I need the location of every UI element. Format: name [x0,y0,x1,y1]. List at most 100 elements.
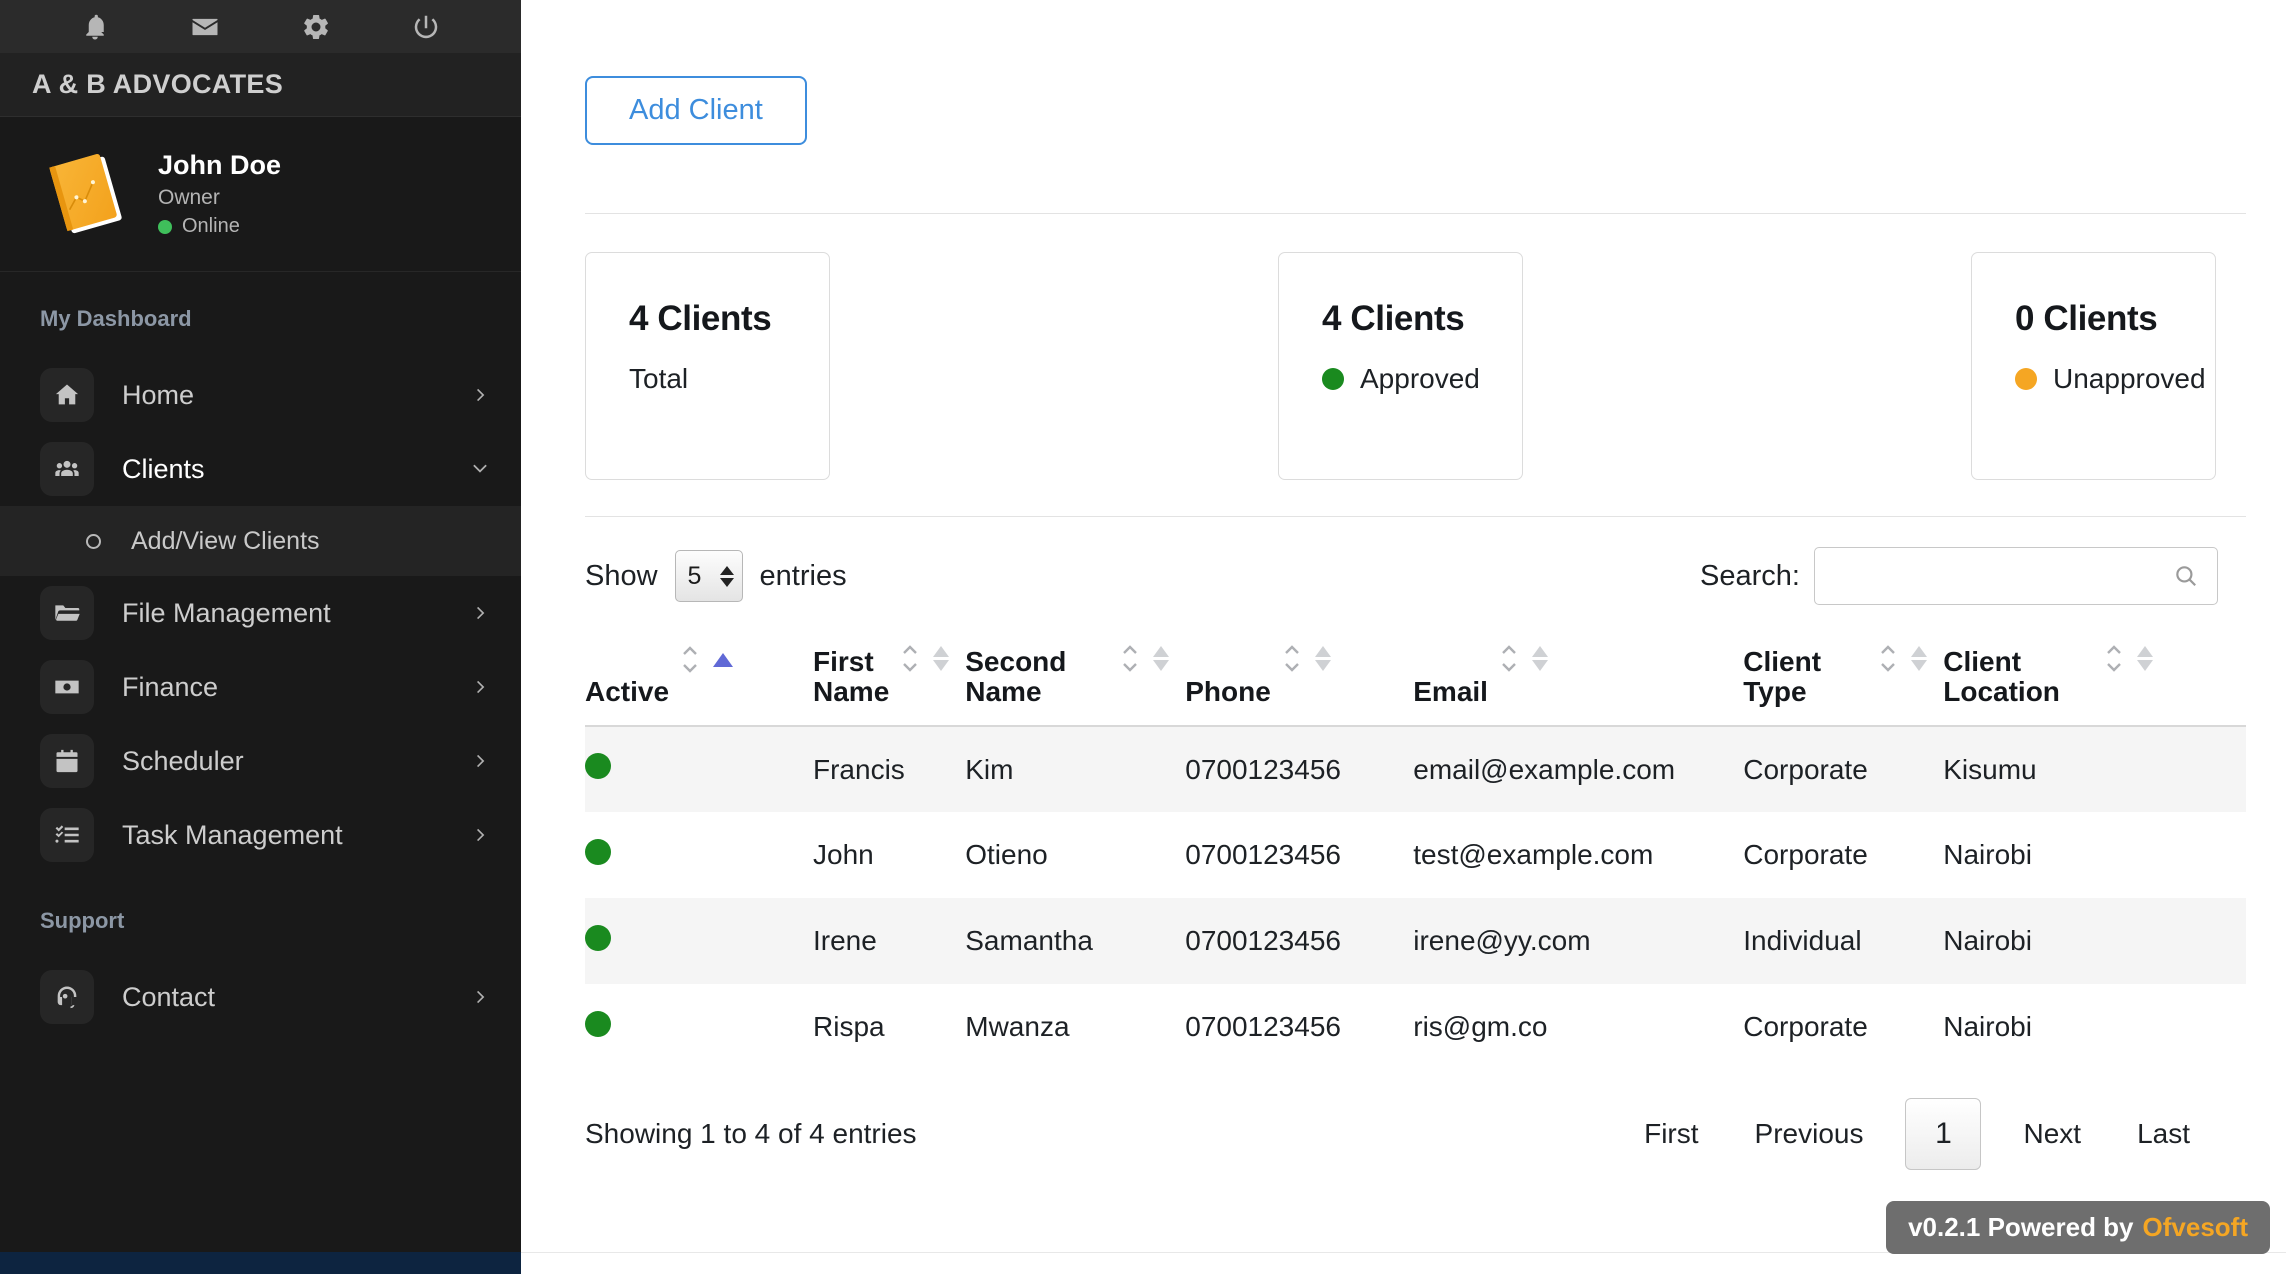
stat-card-total-label: Total [629,363,689,394]
cell-email: irene@yy.com [1413,925,1591,956]
chevron-right-icon [471,987,491,1007]
active-status-dot [585,924,611,951]
showing-entries-info: Showing 1 to 4 of 4 entries [585,1118,917,1149]
sidebar-item-contact[interactable]: Contact [0,960,521,1034]
approved-status-dot [1322,368,1344,390]
sidebar-item-file-management[interactable]: File Management [0,576,521,650]
stat-card-approved: 4 Clients Approved [1278,252,1523,480]
cell-phone: 0700123456 [1185,1011,1341,1042]
page-length-control: Show 5 entries [585,550,847,602]
cell-second-name: Samantha [965,925,1093,956]
cell-second-name: Otieno [965,839,1048,870]
chevron-right-icon [471,603,491,623]
table-row[interactable]: Rispa Mwanza 0700123456 ris@gm.co Corporate N… [585,984,2246,1070]
sidebar-subitem-add-view-clients[interactable]: Add/View Clients [0,506,521,576]
add-client-button[interactable]: Add Client [585,76,807,145]
cell-client-type: Individual [1743,925,1862,956]
chevron-right-icon [471,751,491,771]
cell-client-location: Kisumu [1943,753,2037,785]
page-length-select[interactable]: 5 [674,550,743,602]
notifications-bell-icon[interactable] [78,10,112,44]
cell-second-name: Mwanza [965,1011,1070,1042]
sidebar-item-finance[interactable]: Finance [0,650,521,724]
pagination-page-1[interactable]: 1 [1905,1098,1982,1170]
column-header-first-name[interactable]: First Name [813,643,966,727]
cell-email: email@example.com [1413,753,1676,785]
chevron-updown-icon [901,644,919,672]
sort-control-second-name[interactable] [1121,643,1170,707]
sidebar-item-home[interactable]: Home [0,358,521,432]
sort-none-icon [1314,643,1331,673]
main-inner: Add Client 4 Clients Total 4 Clients App… [521,0,2286,1170]
checklist-icon [40,808,94,862]
cell-email: test@example.com [1413,839,1654,870]
stat-card-unapproved-label-wrap: Unapproved [2015,363,2215,395]
pagination-first[interactable]: First [1616,1118,1726,1150]
nav-section-my-dashboard: My Dashboard [40,306,192,331]
search-input[interactable] [1814,547,2218,605]
cell-client-type: Corporate [1743,839,1868,870]
sort-none-icon [2137,643,2154,673]
sidebar-item-clients[interactable]: Clients [0,432,521,506]
cell-client-type: Corporate [1743,753,1868,785]
column-header-email[interactable]: Email [1413,643,1744,727]
sort-control-client-location[interactable] [2105,643,2154,707]
messages-envelope-icon[interactable] [188,10,222,44]
table-top-divider [585,516,2246,517]
stat-card-approved-label: Approved [1360,363,1480,394]
cell-first-name: Irene [813,925,877,956]
chevron-updown-icon [1879,644,1897,672]
profile-role: Owner [158,186,220,209]
pagination-last[interactable]: Last [2109,1118,2218,1150]
settings-gear-icon[interactable] [299,10,333,44]
version-brand: Ofvesoft [2142,1212,2248,1242]
users-icon [40,442,94,496]
sort-control-first-name[interactable] [901,643,950,707]
table-row[interactable]: John Otieno 0700123456 test@example.com Corp… [585,812,2246,898]
power-logout-icon[interactable] [409,10,443,44]
chevron-updown-icon [1283,644,1301,672]
sidebar-item-label-contact: Contact [122,981,216,1012]
clients-table-head: Active First Name Second Name Phone Emai… [585,643,2246,727]
pagination-next[interactable]: Next [1995,1118,2109,1150]
cell-client-location: Nairobi [1943,925,2032,956]
sort-control-client-type[interactable] [1879,643,1928,707]
sidebar-item-label-file-management: File Management [122,597,331,628]
sort-control-phone[interactable] [1283,643,1331,707]
column-label-client-location: Client Location [1943,645,2060,707]
column-header-client-type[interactable]: Client Type [1743,643,1944,727]
column-header-second-name[interactable]: Second Name [965,643,1186,727]
column-header-client-location[interactable]: Client Location [1943,643,2246,727]
cell-phone: 0700123456 [1185,753,1341,785]
profile-status: Online [158,215,281,238]
column-header-phone[interactable]: Phone [1185,643,1414,727]
sidebar-item-task-management[interactable]: Task Management [0,798,521,872]
pagination: First Previous 1 Next Last [1616,1098,2218,1170]
version-badge: v0.2.1 Powered by Ofvesoft [1886,1201,2270,1254]
search-control: Search: [1700,547,2218,605]
sort-control-email[interactable] [1500,643,1548,707]
stepper-arrows-icon [719,565,734,587]
table-row[interactable]: Irene Samantha 0700123456 irene@yy.com Indiv… [585,898,2246,984]
column-header-active[interactable]: Active [585,643,813,727]
cell-first-name: John [813,839,874,870]
sidebar-item-label-task-management: Task Management [122,819,343,850]
stat-cards: 4 Clients Total 4 Clients Approved 0 Cli… [585,252,2246,480]
sort-asc-active-icon [713,652,734,667]
online-status-dot [158,219,172,234]
table-row[interactable]: Francis Kim 0700123456 email@example.com Cor… [585,726,2246,812]
sidebar-item-label-scheduler: Scheduler [122,745,244,776]
active-status-dot [585,838,611,865]
sidebar-topbar [0,0,521,53]
clients-table: Active First Name Second Name Phone Emai… [585,643,2246,1070]
user-profile: John Doe Owner Online [0,117,521,272]
cell-phone: 0700123456 [1185,839,1341,870]
pagination-previous[interactable]: Previous [1727,1118,1892,1150]
entries-label: entries [759,559,847,592]
sidebar-item-scheduler[interactable]: Scheduler [0,724,521,798]
cell-first-name: Rispa [813,1011,885,1042]
chevron-updown-icon [1500,644,1518,672]
sort-control-active[interactable] [681,646,734,707]
sort-none-icon [1911,643,1928,673]
brand-name: A & B ADVOCATES [32,69,284,99]
